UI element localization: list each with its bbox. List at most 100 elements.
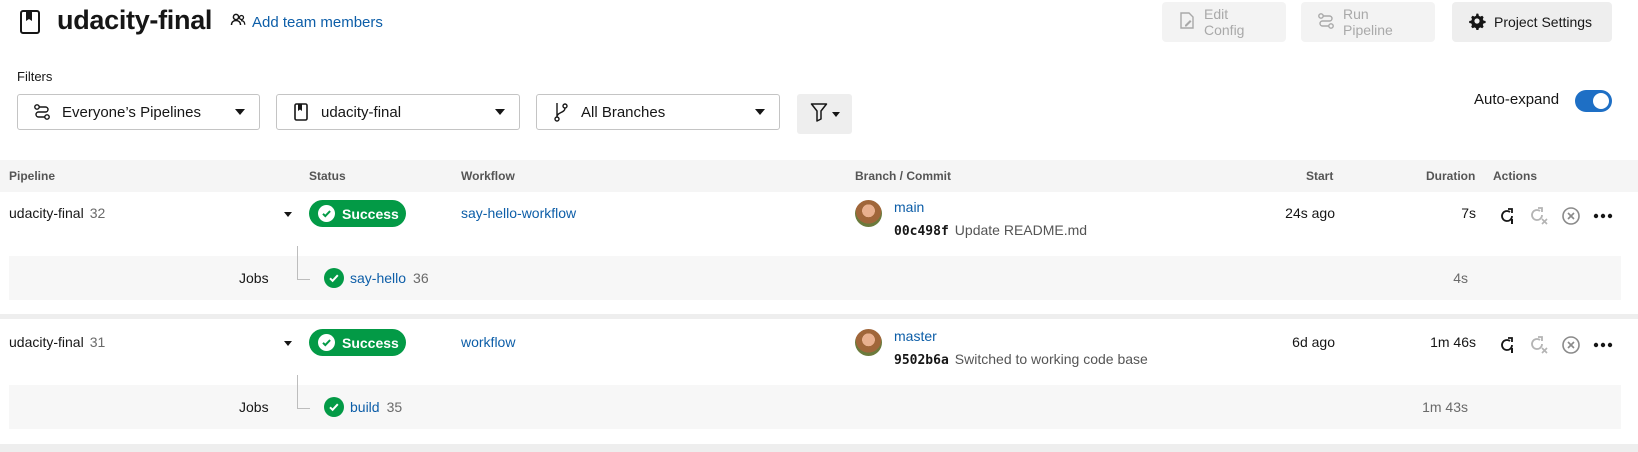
toggle-knob [1593, 93, 1609, 109]
expand-row-icon[interactable] [284, 341, 292, 346]
chevron-down-icon [755, 109, 765, 115]
rerun-icon[interactable] [1497, 335, 1517, 355]
pipeline-icon [1317, 12, 1335, 33]
pipeline-name-text: udacity-final [9, 334, 84, 350]
filters-label: Filters [17, 69, 53, 84]
pipeline-icon [32, 102, 52, 122]
run-pipeline-label: Run Pipeline [1343, 6, 1393, 38]
edit-config-label: Edit Config [1204, 6, 1245, 38]
rerun-failed-icon[interactable] [1529, 206, 1549, 226]
commit-sha: 00c498f [894, 224, 949, 239]
tree-connector [297, 375, 310, 409]
col-actions: Actions [1493, 169, 1538, 183]
duration: 7s [1461, 205, 1476, 221]
people-icon [230, 12, 246, 32]
check-icon [324, 397, 344, 417]
advanced-filter-button[interactable] [797, 94, 852, 134]
workflow-link[interactable]: workflow [461, 334, 515, 350]
job-name: say-hello [350, 270, 407, 286]
avatar [855, 329, 882, 356]
col-duration: Duration [1426, 169, 1476, 183]
chevron-down-icon [495, 109, 505, 115]
pipeline-name[interactable]: udacity-final 32 [9, 205, 105, 221]
job-number: 36 [413, 270, 429, 286]
filter-icon [810, 102, 828, 127]
status-label: Success [342, 205, 399, 222]
duration: 1m 46s [1430, 334, 1476, 350]
row-actions [1497, 335, 1613, 355]
job-number: 35 [386, 399, 403, 415]
auto-expand-label: Auto-expand [1474, 91, 1560, 108]
pipeline-number: 32 [89, 205, 106, 221]
pipeline-row: udacity-final 32 Success say-hello-workfl… [0, 192, 1638, 256]
project-book-icon [20, 10, 40, 34]
commit-info[interactable]: 00c498f Update README.md [894, 222, 1087, 239]
row-actions [1497, 206, 1613, 226]
start-time: 6d ago [1292, 334, 1335, 350]
add-team-members-link[interactable]: Add team members [230, 11, 383, 33]
gear-icon [1468, 12, 1486, 33]
auto-expand-toggle[interactable] [1575, 90, 1612, 112]
check-icon [324, 268, 344, 288]
project-settings-button[interactable]: Project Settings [1452, 2, 1612, 42]
tree-connector [297, 246, 310, 280]
add-team-members-label: Add team members [252, 13, 383, 31]
pipelines-filter-dropdown[interactable]: Everyone’s Pipelines [17, 94, 260, 130]
commit-message: Update README.md [954, 222, 1088, 238]
table-header: Pipeline Status Workflow Branch / Commit… [0, 160, 1638, 192]
status-badge[interactable]: Success [309, 329, 406, 356]
avatar [855, 200, 882, 227]
row-separator [0, 444, 1638, 452]
project-filter-dropdown[interactable]: udacity-final [276, 94, 520, 130]
workflow-link[interactable]: say-hello-workflow [461, 205, 576, 221]
commit-info[interactable]: 9502b6a Switched to working code base [894, 351, 1148, 368]
branch-filter-value: All Branches [581, 103, 666, 121]
col-workflow: Workflow [461, 169, 515, 183]
job-name: build [350, 399, 380, 415]
col-pipeline: Pipeline [9, 169, 56, 183]
jobs-row: Jobs say-hello 36 4s [9, 246, 1621, 300]
chevron-down-icon [235, 109, 245, 115]
status-label: Success [342, 334, 399, 351]
col-start: Start [1306, 169, 1334, 183]
pipeline-row: udacity-final 31 Success workflow master … [0, 319, 1638, 383]
cancel-icon[interactable] [1561, 206, 1581, 226]
chevron-down-icon [831, 111, 840, 117]
jobs-label: Jobs [239, 399, 269, 415]
commit-message: Switched to working code base [954, 351, 1148, 367]
jobs-row: Jobs build 35 1m 43s [9, 375, 1621, 429]
pipeline-name[interactable]: udacity-final 31 [9, 334, 105, 350]
branch-link[interactable]: main [894, 199, 924, 215]
expand-row-icon[interactable] [284, 212, 292, 217]
start-time: 24s ago [1285, 205, 1335, 221]
jobs-label: Jobs [239, 270, 269, 286]
edit-config-button[interactable]: Edit Config [1162, 2, 1286, 42]
pipelines-filter-value: Everyone’s Pipelines [62, 103, 201, 121]
rerun-failed-icon[interactable] [1529, 335, 1549, 355]
job-link[interactable]: build 35 [350, 399, 402, 415]
pipeline-name-text: udacity-final [9, 205, 84, 221]
commit-sha: 9502b6a [894, 353, 949, 368]
check-icon [318, 205, 335, 222]
file-edit-icon [1178, 11, 1196, 33]
branch-icon [551, 102, 571, 122]
page-header: udacity-final Add team members Edit Conf… [0, 0, 1638, 60]
rerun-icon[interactable] [1497, 206, 1517, 226]
status-badge[interactable]: Success [309, 200, 406, 227]
run-pipeline-button[interactable]: Run Pipeline [1301, 2, 1435, 42]
project-filter-value: udacity-final [321, 103, 402, 121]
job-duration: 1m 43s [1422, 399, 1468, 415]
project-book-icon [291, 102, 311, 122]
job-duration: 4s [1453, 270, 1468, 286]
project-settings-label: Project Settings [1494, 14, 1593, 30]
more-icon[interactable] [1593, 335, 1613, 355]
cancel-icon[interactable] [1561, 335, 1581, 355]
more-icon[interactable] [1593, 206, 1613, 226]
col-branch-commit: Branch / Commit [855, 169, 952, 183]
branch-link[interactable]: master [894, 328, 937, 344]
check-icon [318, 334, 335, 351]
pipeline-number: 31 [89, 334, 106, 350]
branch-filter-dropdown[interactable]: All Branches [536, 94, 780, 130]
job-link[interactable]: say-hello 36 [350, 270, 429, 286]
page-title: udacity-final [57, 5, 213, 35]
